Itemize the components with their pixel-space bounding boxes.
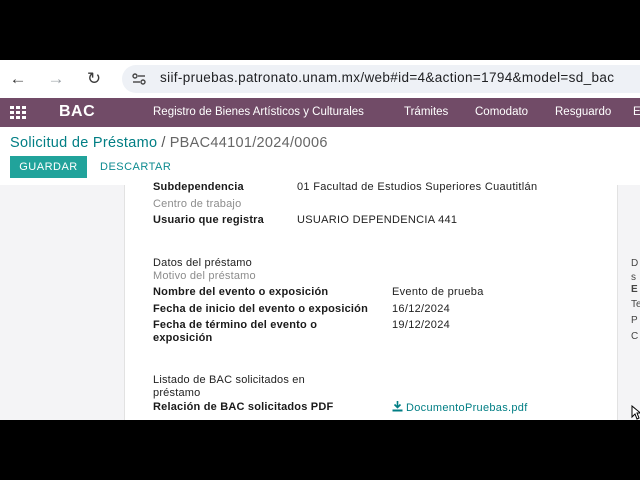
mouse-cursor-icon [631, 405, 640, 420]
breadcrumb: Solicitud de Préstamo / PBAC44101/2024/000… [10, 135, 328, 151]
url-text[interactable]: siif-pruebas.patronato.unam.mx/web#id=4&… [160, 70, 614, 85]
menu-registro-bienes[interactable]: Registro de Bienes Artísticos y Cultural… [153, 106, 364, 118]
apps-menu-icon[interactable] [10, 106, 26, 119]
field-label-listado: Listado de BAC solicitados en [153, 374, 305, 386]
field-label-fecha-termino: Fecha de término del evento o [153, 319, 318, 331]
field-label-fecha-inicio: Fecha de inicio del evento o exposición [153, 303, 369, 315]
discard-button[interactable]: DESCARTAR [100, 156, 171, 178]
forward-icon[interactable]: → [46, 69, 66, 89]
field-value-evento[interactable]: Evento de prueba [392, 286, 484, 298]
save-button[interactable]: GUARDAR [10, 156, 87, 178]
section-heading-datos: Datos del préstamo [153, 257, 252, 269]
right-col-text-2: s [631, 272, 636, 283]
right-col-text-5: P [631, 315, 638, 326]
attachment-filename[interactable]: DocumentoPruebas.pdf [406, 402, 528, 414]
field-label-fecha-termino-line2: exposición [153, 332, 213, 344]
field-label-relacion-pdf: Relación de BAC solicitados PDF [153, 401, 334, 413]
field-label-motivo: Motivo del préstamo [153, 270, 256, 282]
reload-icon[interactable]: ↻ [84, 69, 104, 89]
field-label-centro-trabajo: Centro de trabajo [153, 198, 242, 210]
breadcrumb-current: PBAC44101/2024/0006 [169, 135, 328, 151]
site-settings-icon[interactable] [131, 71, 147, 87]
menu-truncated[interactable]: E [633, 106, 640, 118]
app-name[interactable]: BAC [59, 103, 95, 121]
right-col-text-3: E [631, 284, 638, 295]
browser-toolbar: ← → ↻ siif-pruebas.patronato.unam.mx/web… [0, 60, 640, 98]
attachment-link[interactable]: DocumentoPruebas.pdf [392, 401, 528, 414]
right-col-text-1: D [631, 258, 639, 269]
menu-comodato[interactable]: Comodato [475, 106, 528, 118]
field-value-subdependencia[interactable]: 01 Facultad de Estudios Superiores Cuaut… [297, 181, 537, 193]
field-value-usuario[interactable]: USUARIO DEPENDENCIA 441 [297, 214, 457, 226]
field-label-subdependencia: Subdependencia [153, 181, 244, 193]
field-label-evento: Nombre del evento o exposición [153, 286, 329, 298]
menu-resguardo[interactable]: Resguardo [555, 106, 611, 118]
app-window: ← → ↻ siif-pruebas.patronato.unam.mx/web… [0, 60, 640, 420]
right-col-text-6: C [631, 331, 639, 342]
menu-tramites[interactable]: Trámites [404, 106, 448, 118]
field-label-usuario: Usuario que registra [153, 214, 264, 226]
field-value-fecha-inicio[interactable]: 16/12/2024 [392, 303, 450, 315]
back-icon[interactable]: ← [8, 69, 28, 89]
right-col-text-4: Te [631, 299, 640, 310]
breadcrumb-parent-link[interactable]: Solicitud de Préstamo [10, 135, 157, 151]
field-value-fecha-termino[interactable]: 19/12/2024 [392, 319, 450, 331]
download-icon [392, 401, 403, 412]
field-label-listado-line2: préstamo [153, 387, 201, 399]
breadcrumb-separator: / [161, 135, 166, 151]
app-navbar: BAC Registro de Bienes Artísticos y Cult… [0, 98, 640, 127]
